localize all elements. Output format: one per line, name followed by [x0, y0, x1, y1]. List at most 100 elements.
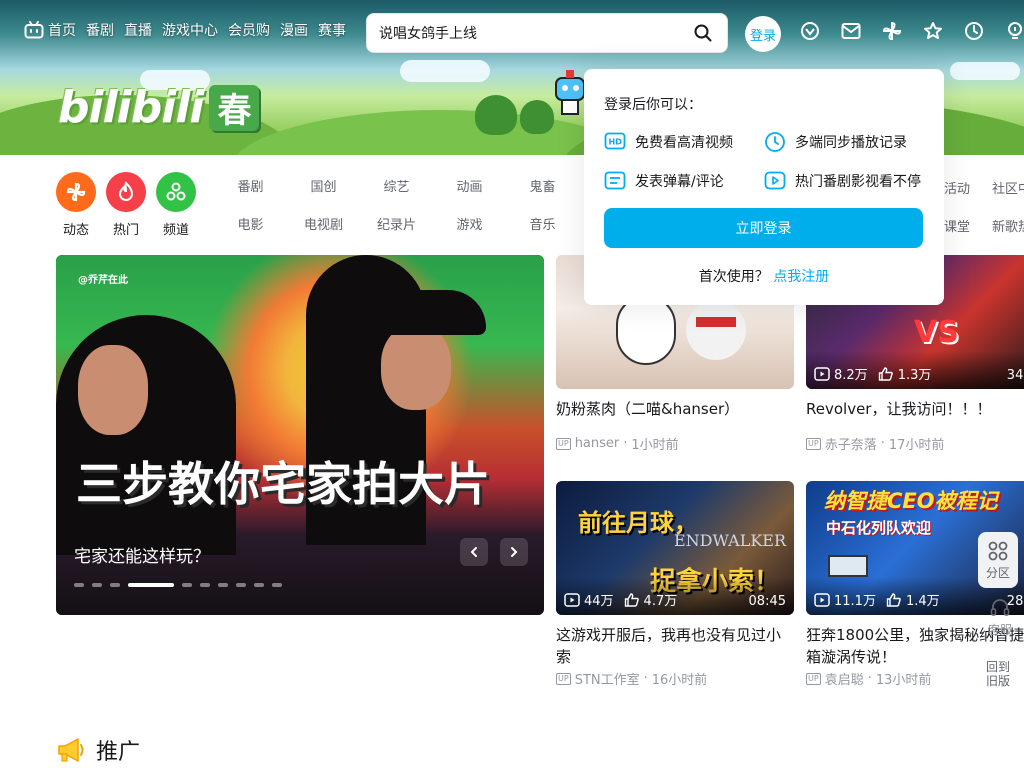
video-time: 17小时前 [888, 438, 945, 453]
login-avatar-button[interactable]: 登录 [745, 16, 781, 52]
favorites-button[interactable] [923, 20, 943, 42]
video-meta: UP hanser · 1小时前 [556, 434, 794, 453]
category-link[interactable]: 综艺 [360, 176, 433, 195]
bilibili-logo[interactable]: bilibili 春 [58, 82, 260, 133]
carousel-dot[interactable] [218, 583, 228, 587]
video-uploader[interactable]: 赤子奈落 [825, 434, 877, 453]
video-duration: 08:45 [748, 594, 786, 609]
login-popover: 登录后你可以： HD 免费看高清视频 多端同步播放记录 发表弹幕/评论 热门番剧… [584, 69, 944, 305]
carousel-figure [56, 315, 236, 555]
benefit-label: 免费看高清视频 [635, 135, 733, 151]
register-link[interactable]: 点我注册 [773, 269, 829, 285]
nav-member-shop[interactable]: 会员购 [228, 20, 270, 40]
membership-button[interactable] [800, 20, 820, 42]
category-link[interactable]: 活动 [944, 178, 992, 197]
video-stats: 8.2万 1.3万 [814, 364, 931, 383]
category-link[interactable]: 课堂 [944, 216, 992, 235]
category-grid: 番剧 国创 综艺 动画 鬼畜 电影 电视剧 纪录片 游戏 音乐 [214, 176, 579, 233]
category-link[interactable]: 纪录片 [360, 214, 433, 233]
nav-home[interactable]: 首页 [48, 20, 76, 40]
category-link[interactable]: 动画 [433, 176, 506, 195]
nav-esports[interactable]: 赛事 [318, 20, 346, 40]
carousel-face [381, 325, 451, 410]
carousel-dot[interactable] [200, 583, 210, 587]
login-now-button[interactable]: 立即登录 [604, 208, 923, 248]
benefit-label: 发表弹幕/评论 [635, 174, 724, 190]
channel-channels[interactable]: 频道 [156, 172, 196, 238]
nav-links: 首页 番剧 直播 游戏中心 会员购 漫画 赛事 [24, 20, 356, 40]
category-link[interactable]: 鬼畜 [506, 176, 579, 195]
nav-anime[interactable]: 番剧 [86, 20, 114, 40]
cluster-icon [166, 182, 186, 201]
video-uploader[interactable]: hanser [575, 436, 620, 451]
carousel-dot[interactable] [128, 583, 174, 587]
search-input[interactable] [379, 25, 691, 41]
channel-label: 动态 [62, 223, 89, 238]
video-card[interactable]: 前往月球， ENDWALKER 捉拿小索！ 44万 4.7万 [556, 481, 794, 688]
carousel-dot[interactable] [236, 583, 246, 587]
category-link[interactable]: 番剧 [214, 176, 287, 195]
category-link[interactable]: 新歌热 [992, 216, 1024, 235]
search-icon [694, 24, 712, 42]
meta-separator: · [643, 671, 648, 686]
hd-icon: HD [604, 132, 626, 150]
video-uploader[interactable]: 袁启聪 [825, 669, 864, 688]
zone-button[interactable]: 分区 [978, 532, 1018, 588]
carousel-dot[interactable] [110, 583, 120, 587]
carousel-dot[interactable] [92, 583, 102, 587]
nav-live[interactable]: 直播 [124, 20, 152, 40]
search-button[interactable] [691, 21, 715, 45]
video-title[interactable]: Revolver，让我访问！！！ [806, 398, 1024, 420]
chevron-left-icon [470, 547, 477, 557]
category-link[interactable]: 音乐 [506, 214, 579, 233]
view-count-text: 8.2万 [834, 368, 868, 383]
carousel-dot[interactable] [272, 583, 282, 587]
category-link[interactable]: 社区中 [992, 178, 1024, 197]
carousel-face [78, 345, 148, 435]
video-title[interactable]: 奶粉蒸肉（二喵&hanser） [556, 398, 794, 420]
video-stats: 11.1万 1.4万 [814, 590, 940, 609]
carousel-dot[interactable] [74, 583, 84, 587]
search-bar [366, 13, 728, 53]
carousel-next-button[interactable] [500, 538, 528, 566]
customer-service-button[interactable]: 客服 [978, 598, 1022, 638]
category-link[interactable]: 电影 [214, 214, 287, 233]
channel-hot-badge [106, 172, 146, 212]
creator-button[interactable] [1005, 20, 1024, 42]
meta-separator: · [880, 436, 885, 451]
video-title[interactable]: 这游戏开服后，我再也没有见过小索 [556, 624, 794, 668]
nav-manga[interactable]: 漫画 [280, 20, 308, 40]
meta-separator: · [867, 671, 872, 686]
thumb-vs-label: VS [914, 315, 959, 350]
nav-game-center[interactable]: 游戏中心 [162, 20, 218, 40]
messages-button[interactable] [841, 20, 861, 42]
old-version-link[interactable]: 回到 旧版 [986, 660, 1010, 688]
view-count-text: 11.1万 [834, 594, 876, 609]
history-button[interactable] [964, 20, 984, 42]
benefit-item: 多端同步播放记录 [764, 131, 944, 153]
dynamic-button[interactable] [882, 20, 902, 42]
video-uploader[interactable]: STN工作室 [575, 669, 640, 688]
video-thumbnail[interactable]: 前往月球， ENDWALKER 捉拿小索！ 44万 4.7万 [556, 481, 794, 615]
thumb-figure [686, 300, 746, 360]
tv-icon [24, 21, 44, 39]
carousel-dot[interactable] [254, 583, 264, 587]
play-count-icon [564, 592, 580, 607]
windmill-icon [882, 21, 902, 41]
category-link[interactable]: 国创 [287, 176, 360, 195]
carousel-prev-button[interactable] [460, 538, 488, 566]
carousel-caption[interactable]: 宅家还能这样玩？ [74, 542, 210, 567]
old-version-text: 旧版 [986, 674, 1011, 688]
channel-dynamic[interactable]: 动态 [56, 172, 96, 238]
headset-icon [990, 599, 1010, 616]
service-label: 客服 [987, 623, 1012, 637]
carousel-indicators [74, 583, 282, 587]
up-icon: UP [806, 672, 821, 685]
category-link[interactable]: 电视剧 [287, 214, 360, 233]
benefit-item: 发表弹幕/评论 [604, 171, 764, 191]
carousel-dot[interactable] [182, 583, 192, 587]
logo-text: bilibili [58, 82, 204, 133]
category-link[interactable]: 游戏 [433, 214, 506, 233]
featured-carousel[interactable]: @乔芹在此 三步教你宅家拍大片 宅家还能这样玩？ [56, 255, 544, 615]
channel-hot[interactable]: 热门 [106, 172, 146, 238]
